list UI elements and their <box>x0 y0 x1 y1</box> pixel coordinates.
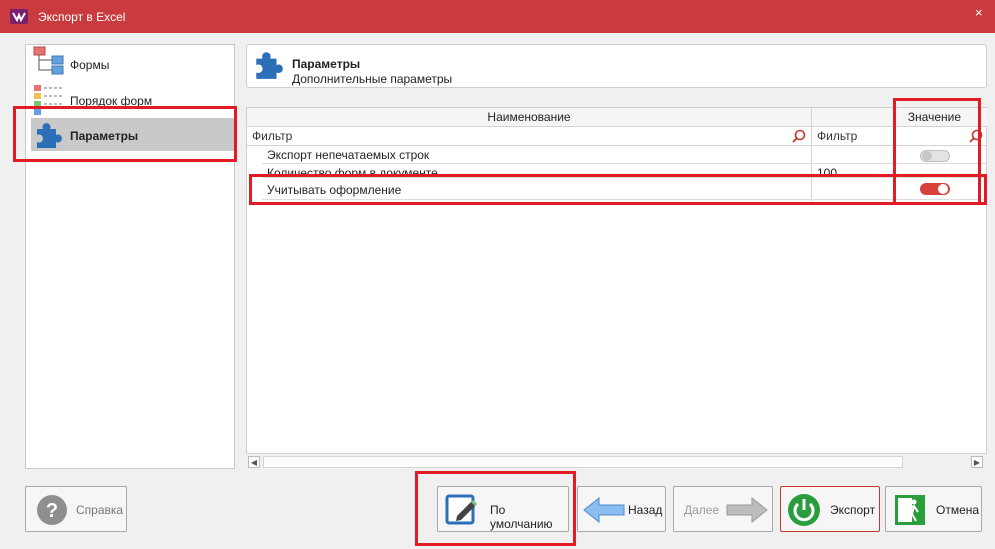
button-label: Справка <box>76 503 124 517</box>
scroll-right-icon[interactable]: ▶ <box>971 456 983 468</box>
horizontal-scrollbar[interactable]: ◀ ▶ <box>246 453 987 469</box>
exit-door-icon <box>894 494 926 526</box>
param-name: Экспорт непечатаемых строк <box>267 148 430 162</box>
highlight-design-row <box>249 174 987 205</box>
column-header-name[interactable]: Наименование <box>247 108 811 127</box>
window-title: Экспорт в Excel <box>38 10 126 24</box>
parameters-grid: Наименование Значение Фильтр Фильтр Эксп… <box>246 107 987 469</box>
highlight-nav-parameters <box>13 106 237 162</box>
button-label: Отмена <box>936 503 980 517</box>
forms-tree-icon <box>32 46 66 76</box>
search-icon[interactable] <box>792 129 806 143</box>
nav-item-label: Формы <box>70 58 110 72</box>
scroll-thumb[interactable] <box>263 456 903 468</box>
step-subtitle: Дополнительные параметры <box>292 72 453 86</box>
cancel-button[interactable]: Отмена <box>885 486 982 532</box>
nav-item-forms[interactable]: Формы <box>31 46 231 76</box>
arrow-left-icon <box>583 496 625 524</box>
highlight-defaults-button <box>415 471 576 546</box>
arrow-right-icon <box>726 496 768 524</box>
step-title: Параметры <box>292 57 361 71</box>
back-button[interactable]: Назад <box>577 486 666 532</box>
name-filter-input[interactable]: Фильтр <box>252 127 787 145</box>
close-icon[interactable]: × <box>975 5 983 20</box>
puzzle-icon <box>252 49 284 81</box>
button-label: Назад <box>628 503 663 517</box>
title-bar: Экспорт в Excel × <box>0 0 995 33</box>
svg-text:?: ? <box>46 500 58 522</box>
table-row[interactable]: Экспорт непечатаемых строк <box>262 147 986 164</box>
button-label: Экспорт <box>830 503 876 517</box>
export-button[interactable]: Экспорт <box>780 486 880 532</box>
help-button[interactable]: ? Справка <box>25 486 127 532</box>
app-logo-icon <box>9 7 29 26</box>
button-label: Далее <box>684 503 720 517</box>
next-button[interactable]: Далее <box>673 486 773 532</box>
filter-row: Фильтр Фильтр <box>247 127 986 146</box>
scroll-left-icon[interactable]: ◀ <box>248 456 260 468</box>
help-icon: ? <box>36 494 68 526</box>
step-header: Параметры Дополнительные параметры <box>246 44 987 88</box>
power-icon <box>787 493 821 527</box>
